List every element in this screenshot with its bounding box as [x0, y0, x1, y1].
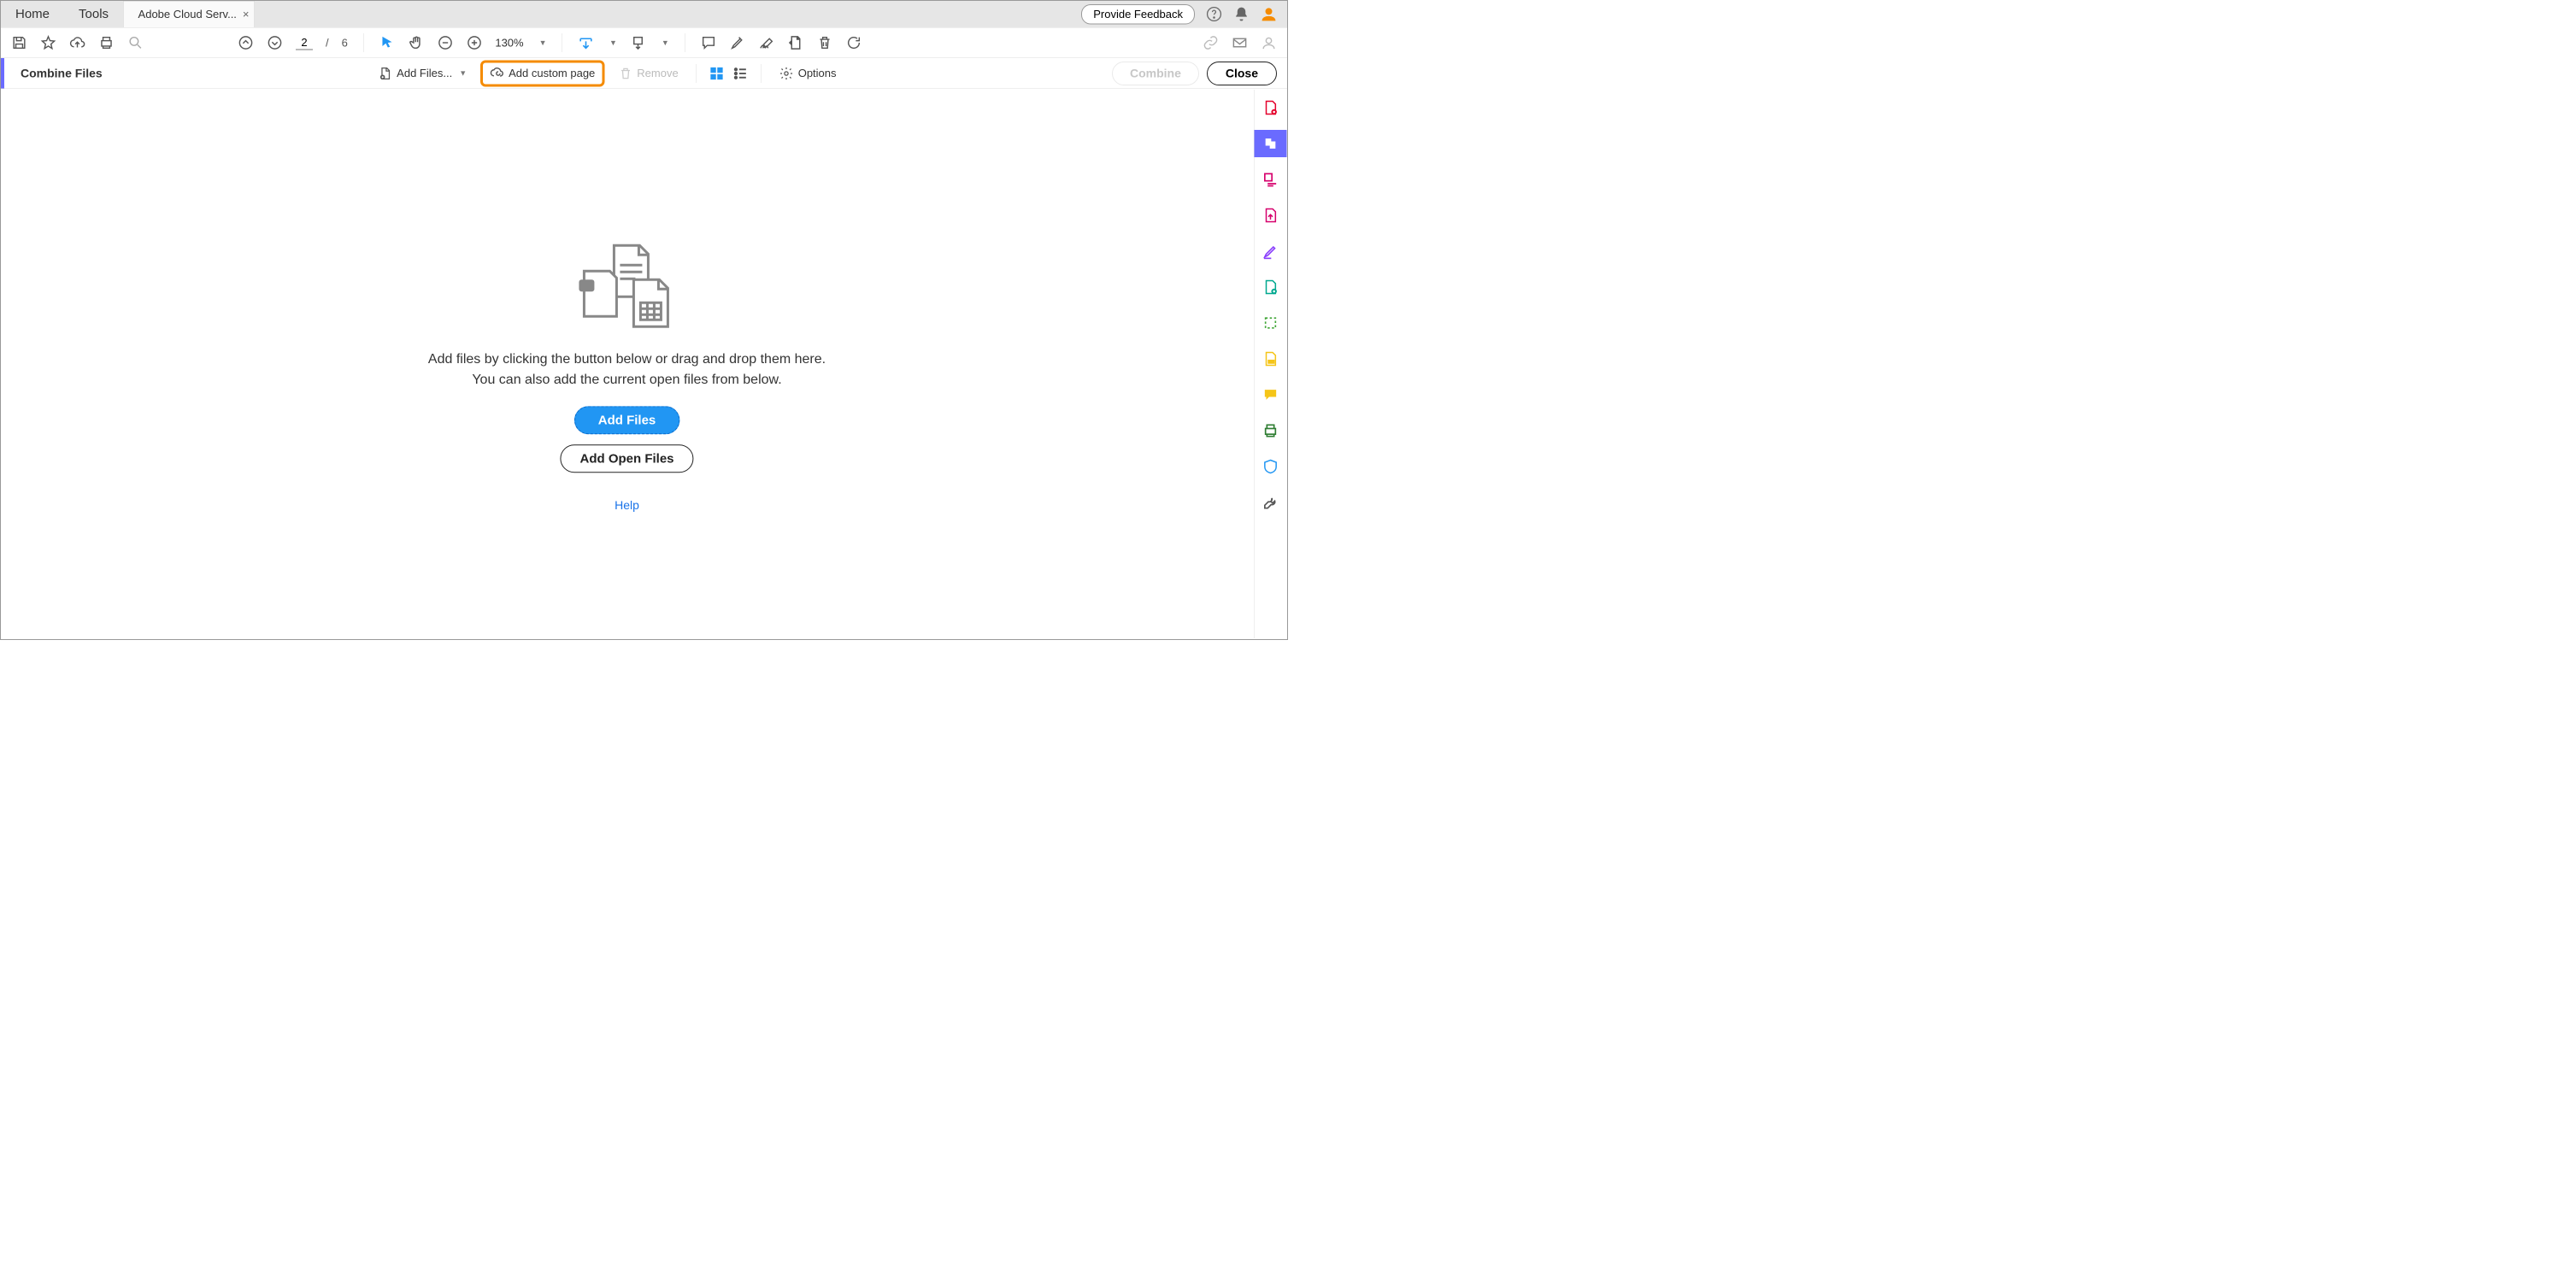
add-file-icon: [378, 66, 392, 80]
rail-comment-icon[interactable]: [1254, 381, 1286, 408]
rail-combine-files-icon[interactable]: [1254, 130, 1286, 157]
combine-files-title: Combine Files: [21, 67, 103, 80]
list-view-icon[interactable]: [732, 65, 749, 81]
add-custom-page-button[interactable]: Add custom page: [480, 60, 604, 86]
rail-print-icon[interactable]: [1254, 417, 1286, 444]
empty-line1: Add files by clicking the button below o…: [428, 348, 826, 368]
share-profile-icon[interactable]: [1261, 35, 1277, 51]
remove-button: Remove: [612, 63, 684, 83]
thumbnail-view-icon[interactable]: [709, 65, 725, 81]
add-files-button[interactable]: Add Files: [574, 406, 680, 434]
hand-tool-icon[interactable]: [408, 35, 424, 51]
rail-crop-icon[interactable]: [1254, 309, 1286, 337]
comment-icon[interactable]: [700, 35, 716, 51]
mail-icon[interactable]: [1232, 35, 1248, 51]
options-label: Options: [798, 67, 837, 80]
page-separator: /: [326, 36, 329, 50]
empty-state: Add files by clicking the button below o…: [428, 239, 826, 513]
print-icon[interactable]: [98, 35, 115, 51]
add-files-label: Add Files...: [397, 67, 452, 80]
app-tab-bar: Home Tools Adobe Cloud Serv... × Provide…: [1, 1, 1287, 27]
highlight-icon[interactable]: [729, 35, 745, 51]
page-display-icon[interactable]: [630, 35, 646, 51]
page-display-caret[interactable]: ▼: [662, 38, 669, 48]
notifications-icon[interactable]: [1233, 6, 1250, 22]
rail-edit-pdf-icon[interactable]: [1254, 273, 1286, 301]
zoom-value[interactable]: 130%: [495, 36, 523, 50]
rail-redact-icon[interactable]: [1254, 345, 1286, 373]
page-total: 6: [342, 36, 348, 50]
trash-icon: [618, 66, 632, 80]
rail-export-icon[interactable]: [1254, 202, 1286, 229]
link-icon[interactable]: [1203, 35, 1219, 51]
rail-create-pdf-icon[interactable]: [1254, 94, 1286, 121]
add-files-dropdown[interactable]: Add Files...▼: [372, 63, 473, 83]
zoom-dropdown-caret[interactable]: ▼: [539, 38, 547, 48]
close-button[interactable]: Close: [1207, 62, 1277, 85]
zoom-in-icon[interactable]: [466, 35, 482, 51]
fit-width-icon[interactable]: [578, 35, 594, 51]
save-icon[interactable]: [11, 35, 27, 51]
provide-feedback-button[interactable]: Provide Feedback: [1081, 4, 1195, 25]
tab-tools[interactable]: Tools: [64, 1, 123, 27]
combine-files-toolbar: Combine Files Add Files...▼ Add custom p…: [1, 58, 1287, 89]
options-button[interactable]: Options: [773, 63, 843, 83]
help-link[interactable]: Help: [428, 498, 826, 512]
zoom-out-icon[interactable]: [437, 35, 453, 51]
cloud-upload-icon[interactable]: [69, 35, 85, 51]
help-icon[interactable]: [1206, 6, 1222, 22]
right-tool-rail: [1254, 90, 1286, 638]
account-icon[interactable]: [1261, 6, 1277, 22]
gear-icon: [779, 66, 794, 80]
remove-label: Remove: [637, 67, 678, 80]
search-icon[interactable]: [127, 35, 144, 51]
combine-button: Combine: [1112, 62, 1199, 85]
rotate-icon[interactable]: [845, 35, 862, 51]
insert-page-icon[interactable]: [787, 35, 803, 51]
selection-tool-icon[interactable]: [379, 35, 395, 51]
add-custom-page-label: Add custom page: [509, 67, 595, 80]
content-area[interactable]: Add files by clicking the button below o…: [1, 90, 1253, 639]
main-toolbar: / 6 130% ▼ ▼ ▼: [1, 27, 1287, 58]
rail-fillsign-icon[interactable]: [1254, 238, 1286, 265]
empty-line2: You can also add the current open files …: [428, 368, 826, 389]
tab-home[interactable]: Home: [1, 1, 64, 27]
delete-icon[interactable]: [816, 35, 832, 51]
fit-dropdown-caret[interactable]: ▼: [609, 38, 617, 48]
accent-bar: [1, 58, 4, 89]
tab-document-active[interactable]: Adobe Cloud Serv... ×: [123, 1, 255, 27]
add-open-files-button[interactable]: Add Open Files: [560, 444, 693, 473]
rail-protect-icon[interactable]: [1254, 453, 1286, 480]
page-up-icon[interactable]: [238, 35, 254, 51]
sign-icon[interactable]: [758, 35, 774, 51]
tab-document-label: Adobe Cloud Serv...: [138, 8, 237, 21]
rail-organize-icon[interactable]: [1254, 166, 1286, 193]
star-icon[interactable]: [40, 35, 56, 51]
rail-more-tools-icon[interactable]: [1254, 489, 1286, 516]
close-tab-icon[interactable]: ×: [243, 8, 250, 21]
page-number-input[interactable]: [296, 36, 313, 50]
files-illustration-icon: [567, 239, 686, 338]
cloud-loop-icon: [490, 66, 504, 80]
page-down-icon[interactable]: [267, 35, 283, 51]
